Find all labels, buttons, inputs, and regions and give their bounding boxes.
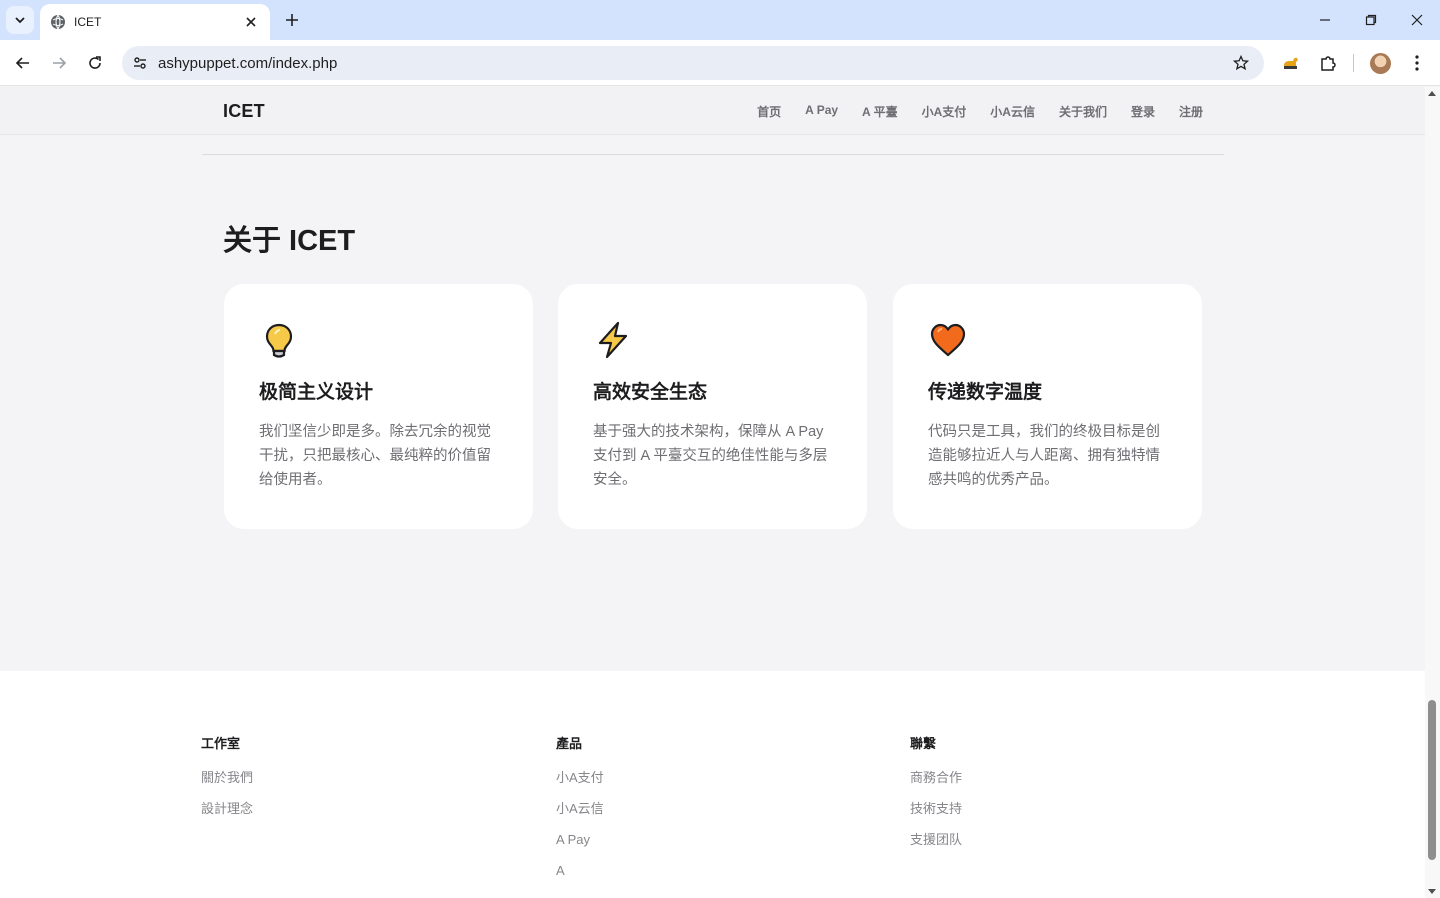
- globe-icon: [51, 14, 65, 30]
- feature-card-warmth: 传递数字温度 代码只是工具，我们的终极目标是创造能够拉近人与人距离、拥有独特情感…: [893, 284, 1202, 529]
- feature-card-security: 高效安全生态 基于强大的技术架构，保障从 A Pay 支付到 A 平臺交互的绝佳…: [558, 284, 867, 529]
- scroll-down-arrow-icon[interactable]: [1428, 889, 1436, 894]
- footer-link-xiao-a-cloud-message[interactable]: 小A云信: [556, 801, 604, 817]
- lightning-icon: [598, 321, 628, 359]
- nav-about-us[interactable]: 关于我们: [1059, 103, 1107, 120]
- nav-xiao-a-cloud-message[interactable]: 小A云信: [990, 103, 1035, 120]
- footer-column-studio: 工作室 關於我們 設計理念: [201, 733, 253, 832]
- card-description: 基于强大的技术架构，保障从 A Pay 支付到 A 平臺交互的绝佳性能与多层安全…: [593, 424, 828, 488]
- back-button[interactable]: [9, 49, 37, 77]
- section-divider: [202, 154, 1224, 155]
- toolbar-separator: [1353, 54, 1354, 72]
- nav-home[interactable]: 首页: [757, 103, 781, 120]
- footer-link-xiao-a-pay[interactable]: 小A支付: [556, 770, 604, 786]
- footer-column-title: 工作室: [201, 736, 241, 751]
- profile-avatar[interactable]: [1370, 53, 1391, 74]
- footer-column-products: 產品 小A支付 小A云信 A Pay A: [556, 733, 604, 894]
- feature-card-minimalism: 极简主义设计 我们坚信少即是多。除去冗余的视觉干扰，只把最核心、最纯粹的价值留给…: [224, 284, 533, 529]
- restore-button[interactable]: [1357, 6, 1385, 34]
- footer-column-contact: 聯繫 商務合作 技術支持 支援团队: [910, 733, 962, 863]
- browser-tab-bar: ICET: [0, 0, 1440, 40]
- card-title: 高效安全生态: [593, 382, 708, 403]
- footer-link-design-philosophy[interactable]: 設計理念: [201, 801, 253, 817]
- close-window-button[interactable]: [1403, 6, 1431, 34]
- footer-column-title: 聯繫: [910, 736, 937, 751]
- browser-toolbar: ashypuppet.com/index.php: [0, 40, 1440, 86]
- scroll-up-arrow-icon[interactable]: [1428, 91, 1436, 96]
- footer-column-title: 產品: [556, 736, 583, 751]
- active-tab[interactable]: ICET: [40, 4, 270, 40]
- footer-link-about[interactable]: 關於我們: [201, 770, 253, 786]
- card-title: 传递数字温度: [928, 382, 1043, 403]
- minimize-button[interactable]: [1311, 6, 1339, 34]
- close-icon: [1411, 14, 1423, 26]
- star-icon: [1233, 55, 1249, 71]
- extensions-menu-button[interactable]: [1314, 49, 1342, 77]
- card-title: 极简主义设计: [259, 382, 374, 403]
- site-footer: 工作室 關於我們 設計理念 產品 小A支付 小A云信 A Pay A 聯繫 商務…: [0, 671, 1425, 898]
- reload-icon: [89, 56, 101, 69]
- arrow-right-icon: [53, 57, 67, 69]
- arrow-left-icon: [15, 57, 29, 69]
- main-nav: 首页 A Pay A 平臺 小A支付 小A云信 关于我们 登录 注册: [757, 103, 1203, 120]
- forward-button[interactable]: [45, 49, 73, 77]
- new-tab-button[interactable]: [280, 8, 304, 32]
- address-bar[interactable]: ashypuppet.com/index.php: [122, 46, 1264, 80]
- restore-icon: [1365, 14, 1377, 26]
- about-section-title: 关于 ICET: [223, 225, 356, 257]
- page-scrollbar[interactable]: [1425, 87, 1440, 898]
- plus-icon: [286, 14, 298, 26]
- tab-search-button[interactable]: [6, 6, 34, 34]
- footer-link-a[interactable]: A: [556, 863, 604, 879]
- reload-button[interactable]: [81, 49, 109, 77]
- site-header: ICET 首页 A Pay A 平臺 小A支付 小A云信 关于我们 登录 注册: [0, 87, 1425, 135]
- footer-link-a-pay[interactable]: A Pay: [556, 832, 604, 848]
- nav-login[interactable]: 登录: [1131, 103, 1155, 120]
- tab-close-button[interactable]: [242, 13, 260, 31]
- nav-a-platform[interactable]: A 平臺: [862, 103, 898, 120]
- card-description: 代码只是工具，我们的终极目标是创造能够拉近人与人距离、拥有独特情感共鸣的优秀产品…: [928, 424, 1160, 488]
- chevron-down-icon: [15, 17, 25, 24]
- card-description: 我们坚信少即是多。除去冗余的视觉干扰，只把最核心、最纯粹的价值留给使用者。: [259, 424, 491, 488]
- extension-button[interactable]: [1277, 49, 1305, 77]
- close-icon: [246, 17, 256, 27]
- bookmark-button[interactable]: [1226, 48, 1256, 78]
- footer-link-support-team[interactable]: 支援团队: [910, 832, 962, 848]
- site-info-button[interactable]: [124, 46, 156, 80]
- site-logo[interactable]: ICET: [223, 101, 265, 122]
- page-viewport: ICET 首页 A Pay A 平臺 小A支付 小A云信 关于我们 登录 注册 …: [0, 87, 1425, 898]
- duck-extension-icon: [1284, 57, 1298, 69]
- nav-xiao-a-pay[interactable]: 小A支付: [922, 103, 967, 120]
- more-vert-icon: [1415, 55, 1419, 71]
- lightbulb-icon: [265, 323, 293, 358]
- tab-title: ICET: [74, 15, 102, 29]
- minimize-icon: [1320, 19, 1330, 21]
- heart-icon: [930, 323, 966, 357]
- scrollbar-thumb[interactable]: [1428, 700, 1436, 860]
- browser-menu-button[interactable]: [1403, 49, 1431, 77]
- nav-a-pay[interactable]: A Pay: [805, 103, 838, 120]
- footer-link-business[interactable]: 商務合作: [910, 770, 962, 786]
- url-text[interactable]: ashypuppet.com/index.php: [158, 55, 1226, 72]
- tune-icon: [134, 57, 146, 69]
- footer-link-tech-support[interactable]: 技術支持: [910, 801, 962, 817]
- puzzle-icon: [1321, 56, 1336, 71]
- nav-register[interactable]: 注册: [1179, 103, 1203, 120]
